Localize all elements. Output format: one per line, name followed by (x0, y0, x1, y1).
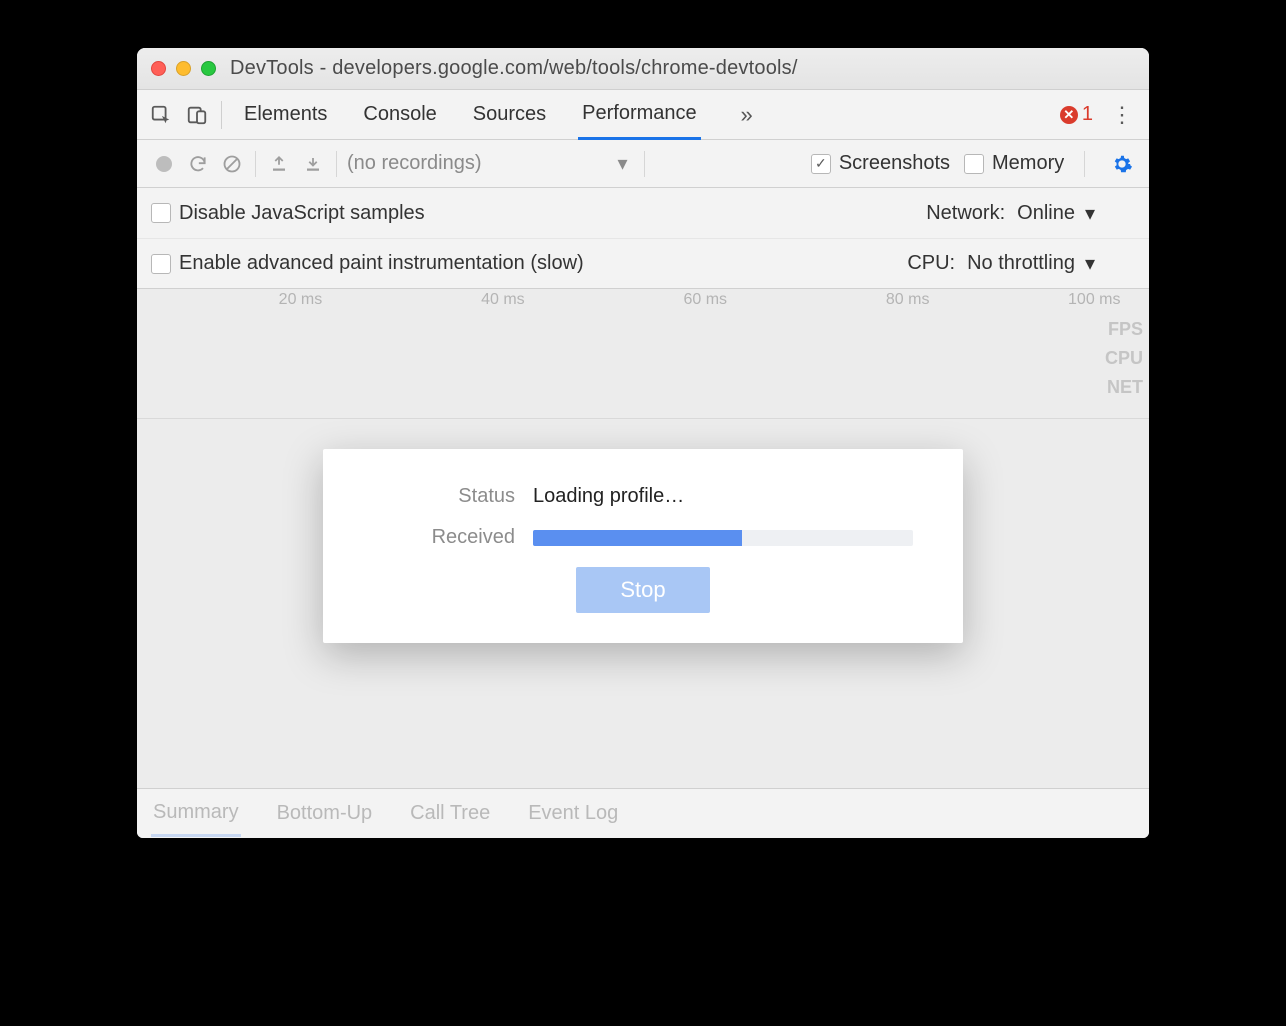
recordings-dropdown[interactable]: (no recordings) ▾ (343, 151, 638, 176)
capture-options: Disable JavaScript samples Network: Onli… (137, 188, 1149, 289)
tab-summary[interactable]: Summary (151, 791, 241, 837)
cpu-label: CPU: (907, 252, 955, 275)
inspect-element-icon[interactable] (143, 97, 179, 133)
panel-tabs-row: Elements Console Sources Performance » ✕… (137, 90, 1149, 140)
screenshots-label: Screenshots (839, 152, 950, 175)
chevron-down-icon: ▾ (618, 151, 628, 176)
received-label: Received (363, 526, 533, 549)
recordings-placeholder: (no recordings) (347, 152, 482, 175)
divider (255, 151, 256, 177)
performance-toolbar: (no recordings) ▾ Screenshots Memory (137, 140, 1149, 188)
titlebar: DevTools - developers.google.com/web/too… (137, 48, 1149, 90)
divider (336, 151, 337, 177)
checkbox-icon (964, 154, 984, 174)
divider (1084, 151, 1085, 177)
tab-bottom-up[interactable]: Bottom-Up (275, 792, 375, 835)
tab-console[interactable]: Console (359, 91, 440, 138)
close-window-button[interactable] (151, 61, 166, 76)
traffic-lights (151, 61, 216, 76)
memory-label: Memory (992, 152, 1064, 175)
performance-body: Status Loading profile… Received Stop (137, 419, 1149, 788)
device-toggle-icon[interactable] (179, 97, 215, 133)
tab-event-log[interactable]: Event Log (526, 792, 620, 835)
divider (644, 151, 645, 177)
capture-settings-icon[interactable] (1105, 147, 1139, 181)
tick: 40 ms (481, 291, 525, 309)
maximize-window-button[interactable] (201, 61, 216, 76)
lane-net: NET (1107, 377, 1143, 398)
memory-checkbox[interactable]: Memory (964, 152, 1064, 175)
tab-call-tree[interactable]: Call Tree (408, 792, 492, 835)
lane-cpu: CPU (1105, 348, 1143, 369)
tick: 20 ms (279, 291, 323, 309)
loading-profile-dialog: Status Loading profile… Received Stop (323, 449, 963, 643)
minimize-window-button[interactable] (176, 61, 191, 76)
chevron-down-icon: ▾ (1085, 251, 1095, 276)
timeline-ticks: 20 ms 40 ms 60 ms 80 ms 100 ms (137, 289, 1149, 315)
screenshots-checkbox[interactable]: Screenshots (811, 152, 950, 175)
enable-paint-instrumentation-label: Enable advanced paint instrumentation (s… (179, 252, 584, 275)
cpu-throttling-dropdown[interactable]: No throttling ▾ (967, 251, 1095, 276)
tick: 60 ms (683, 291, 727, 309)
panel-tabs: Elements Console Sources Performance » (240, 90, 765, 140)
tab-sources[interactable]: Sources (469, 91, 550, 138)
network-value: Online (1017, 202, 1075, 225)
checkbox-icon (151, 203, 171, 223)
load-profile-icon[interactable] (262, 147, 296, 181)
reload-record-button[interactable] (181, 147, 215, 181)
record-button[interactable] (147, 147, 181, 181)
received-progress (533, 530, 913, 546)
timeline-overview[interactable]: 20 ms 40 ms 60 ms 80 ms 100 ms FPS CPU N… (137, 289, 1149, 419)
enable-paint-instrumentation-checkbox[interactable]: Enable advanced paint instrumentation (s… (151, 252, 584, 275)
tab-performance[interactable]: Performance (578, 90, 701, 140)
more-tabs-icon[interactable]: » (729, 97, 765, 133)
details-tabs: Summary Bottom-Up Call Tree Event Log (137, 788, 1149, 838)
tick: 80 ms (886, 291, 930, 309)
timeline-lanes: FPS CPU NET (1105, 319, 1143, 398)
settings-menu-icon[interactable]: ⋮ (1101, 102, 1143, 128)
tab-elements[interactable]: Elements (240, 91, 331, 138)
checkbox-icon (811, 154, 831, 174)
window-title: DevTools - developers.google.com/web/too… (230, 57, 798, 80)
progress-bar-fill (533, 530, 742, 546)
disable-js-samples-checkbox[interactable]: Disable JavaScript samples (151, 202, 425, 225)
network-throttling-dropdown[interactable]: Online ▾ (1017, 201, 1095, 226)
devtools-window: DevTools - developers.google.com/web/too… (137, 48, 1149, 838)
network-label: Network: (926, 202, 1005, 225)
error-count-badge[interactable]: ✕ 1 (1060, 103, 1093, 126)
status-label: Status (363, 485, 533, 508)
disable-js-samples-label: Disable JavaScript samples (179, 202, 425, 225)
chevron-down-icon: ▾ (1085, 201, 1095, 226)
cpu-value: No throttling (967, 252, 1075, 275)
lane-fps: FPS (1108, 319, 1143, 340)
status-value: Loading profile… (533, 485, 684, 508)
divider (221, 101, 222, 129)
tick: 100 ms (1068, 291, 1120, 309)
checkbox-icon (151, 254, 171, 274)
stop-button[interactable]: Stop (576, 567, 709, 613)
error-count: 1 (1082, 103, 1093, 126)
error-icon: ✕ (1060, 106, 1078, 124)
clear-button[interactable] (215, 147, 249, 181)
save-profile-icon[interactable] (296, 147, 330, 181)
